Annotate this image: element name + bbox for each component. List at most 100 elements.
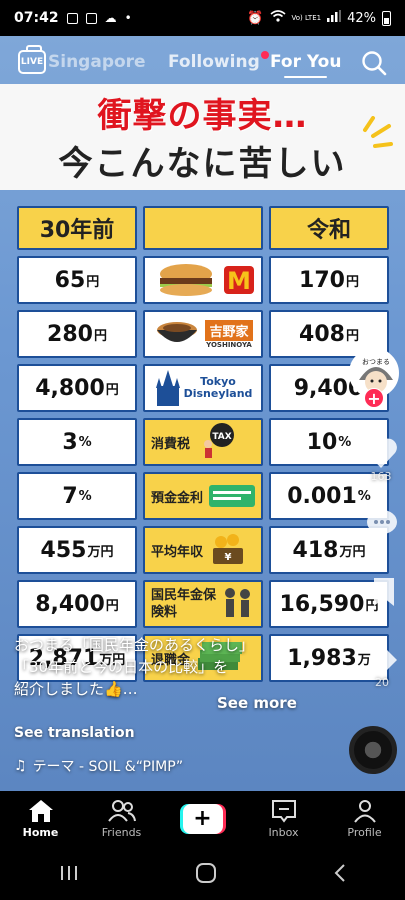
video-player[interactable]: LIVE Singapore Following For You 衝撃の事実… … — [0, 36, 405, 791]
status-notification-icons: ☁ • — [66, 11, 132, 25]
old-value-pension-premium: 8,400 円 — [17, 580, 137, 628]
tokyo-disneyland-image: Tokyo Disneyland — [143, 364, 263, 412]
average-income-label: 平均年収 ¥ — [143, 526, 263, 574]
music-track[interactable]: ♫ テーマ - SOIL &“PIMP” — [14, 756, 183, 776]
tax-burden-icon: TAX — [204, 423, 235, 458]
pension-premium-label: 国民年金保険料 — [143, 580, 263, 628]
headline-banner: 衝撃の事実… 今こんなに苦しい — [0, 84, 405, 190]
svg-text:M: M — [227, 267, 251, 295]
live-button[interactable]: LIVE — [18, 45, 46, 74]
signal-icon — [327, 10, 342, 26]
search-icon[interactable] — [361, 50, 387, 76]
header-reiwa: 令和 — [269, 206, 389, 250]
notification-icon — [66, 12, 78, 24]
android-navigation-bar — [0, 846, 405, 900]
hamburger-mcdonalds-image: M — [143, 256, 263, 304]
top-navigation: LIVE Singapore Following For You — [0, 36, 405, 92]
dot-icon: • — [124, 11, 132, 25]
comment-icon[interactable] — [365, 508, 399, 540]
comment-group[interactable] — [365, 508, 399, 540]
bankbook-icon — [209, 485, 256, 507]
tab-singapore[interactable]: Singapore — [48, 52, 146, 72]
yoshinoya-sub: YOSHINOYA — [206, 340, 252, 349]
headline-line-2: 今こんなに苦しい — [58, 144, 347, 184]
share-count: 20 — [375, 676, 389, 689]
share-icon[interactable] — [365, 646, 399, 676]
svg-text:¥: ¥ — [225, 552, 232, 563]
gallery-icon — [85, 12, 97, 24]
video-caption[interactable]: おつまる「国民年金のあるくらし」 「30年前と今の日本の比較」を 紹介しました👍… — [14, 634, 314, 700]
see-translation-link[interactable]: See translation — [14, 725, 135, 741]
castle-icon — [156, 370, 180, 406]
tab-following-label: Following — [168, 52, 260, 72]
svg-text:おつまる: おつまる — [362, 358, 390, 366]
gyudon-bowl-icon — [157, 322, 198, 342]
nav-home-label: Home — [22, 825, 59, 839]
bottom-navigation: Home Friends + Inbox Profile — [0, 791, 405, 846]
see-more-link[interactable]: See more — [217, 694, 297, 712]
alarm-icon: ⏰ — [247, 10, 264, 26]
hamburger-icon: M — [160, 264, 254, 296]
nav-create[interactable]: + — [162, 791, 243, 846]
headline-line-1: 衝撃の事実… — [97, 96, 308, 136]
yoshinoya-logo: 吉野家 — [205, 319, 253, 341]
header-30-years-ago: 30年前 — [17, 206, 137, 250]
nav-profile-label: Profile — [347, 825, 382, 839]
old-value-deposit-rate: 7% — [17, 472, 137, 520]
nav-inbox-label: Inbox — [268, 825, 299, 839]
disneyland-logo-text: Tokyo Disneyland — [183, 375, 253, 400]
music-note-icon: ♫ — [14, 758, 27, 774]
money-coins-icon: ¥ — [213, 534, 244, 564]
old-value-average-income: 455 万円 — [17, 526, 137, 574]
battery-percent: 42% — [347, 10, 376, 26]
yoshinoya-image: 吉野家 YOSHINOYA — [143, 310, 263, 358]
like-count: 163 — [370, 470, 392, 483]
home-icon — [28, 799, 53, 822]
caption-line-2: 「30年前と今の日本の比較」を — [14, 658, 229, 676]
heart-icon[interactable] — [363, 436, 399, 470]
friends-icon — [107, 799, 136, 822]
new-value-hamburger: 170 円 — [269, 256, 389, 304]
svg-text:TAX: TAX — [212, 432, 231, 442]
nav-friends[interactable]: Friends — [81, 791, 162, 846]
tab-following[interactable]: Following — [168, 51, 269, 72]
share-group[interactable]: 20 — [365, 646, 399, 689]
nav-home[interactable]: Home — [0, 791, 81, 846]
old-value-disneyland: 4,800 円 — [17, 364, 137, 412]
cloud-icon: ☁ — [104, 11, 117, 25]
deposit-rate-label: 預金金利 — [143, 472, 263, 520]
elderly-couple-icon — [225, 588, 250, 617]
status-bar: 07:42 ☁ • ⏰ Vo) LTE1 42% — [0, 0, 405, 36]
nav-inbox[interactable]: Inbox — [243, 791, 324, 846]
creator-avatar-group[interactable]: おつまる + — [349, 348, 399, 408]
create-plus-button[interactable]: + — [179, 803, 226, 834]
consumption-tax-label: 消費税 TAX — [143, 418, 263, 466]
battery-icon — [382, 10, 391, 26]
status-right: ⏰ Vo) LTE1 42% — [247, 10, 391, 26]
bookmark-icon[interactable] — [369, 576, 399, 608]
profile-icon — [353, 799, 376, 823]
new-content-dot — [260, 51, 269, 59]
status-time: 07:42 — [14, 10, 59, 26]
music-title: テーマ - SOIL &“PIMP” — [32, 759, 184, 775]
emphasis-spark-icon — [363, 116, 393, 148]
recent-apps-icon[interactable] — [58, 864, 80, 882]
tab-for-you[interactable]: For You — [270, 52, 341, 78]
nav-profile[interactable]: Profile — [324, 791, 405, 846]
follow-plus-button[interactable]: + — [364, 388, 384, 408]
bookmark-group[interactable] — [369, 576, 399, 608]
like-group[interactable]: 163 — [363, 436, 399, 483]
back-icon[interactable] — [332, 863, 348, 883]
old-value-hamburger: 65 円 — [17, 256, 137, 304]
wifi-icon — [269, 10, 286, 26]
music-disc-icon[interactable] — [349, 726, 397, 774]
header-item-blank — [143, 206, 263, 250]
plus-icon: + — [182, 803, 223, 834]
caption-line-1: おつまる「国民年金のあるくらし」 — [14, 636, 255, 654]
home-button-icon[interactable] — [195, 862, 217, 884]
old-value-yoshinoya: 280 円 — [17, 310, 137, 358]
old-value-consumption-tax: 3% — [17, 418, 137, 466]
network-label: Vo) LTE1 — [291, 13, 322, 22]
nav-friends-label: Friends — [101, 825, 142, 839]
inbox-icon — [271, 799, 296, 823]
